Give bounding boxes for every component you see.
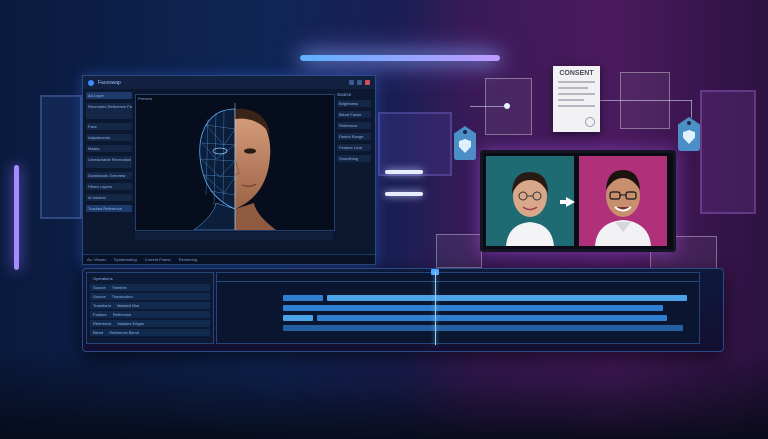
timeline-clip[interactable] [283, 315, 313, 321]
timeline-tracks-area[interactable] [216, 269, 700, 345]
timeline-clip[interactable] [283, 295, 323, 301]
editor-status-bar: Ac: Viewer Synthesizing Current Frame Re… [83, 254, 375, 264]
right-panel-row[interactable]: Smoothing [337, 155, 371, 162]
left-panel-item[interactable]: Ad Layer [86, 92, 132, 99]
connector-node [504, 103, 510, 109]
timeline-panel: Operations Source Timeline Source Transcod… [86, 269, 700, 345]
background-window-left [40, 95, 82, 219]
close-icon[interactable] [365, 80, 370, 85]
consent-document: CONSENT [553, 66, 600, 132]
floor-shadow [0, 349, 768, 439]
left-panel-item[interactable]: Downloads Overview [86, 172, 132, 179]
badge-tag-left [454, 126, 476, 160]
target-face-portrait [579, 156, 667, 246]
editor-right-panel: Source Brightness Blend Factor Reference… [337, 92, 371, 258]
timeline-clip[interactable] [283, 325, 683, 331]
right-panel-row[interactable]: Reference [337, 122, 371, 129]
timeline-clip[interactable] [283, 305, 663, 311]
status-item: Current Frame [144, 257, 171, 262]
right-panel-row[interactable]: Detect Range [337, 133, 371, 140]
timeline-header: Operations [93, 276, 113, 281]
status-item: Ac: Viewer [87, 257, 107, 262]
left-panel-item[interactable]: Filters Layers [86, 183, 132, 190]
background-window-center [378, 112, 452, 176]
track-row[interactable]: Feature Reference [90, 311, 210, 318]
face-editor-window: Faceswap Ad Layer Recreated Reference Fa… [82, 75, 376, 265]
right-panel-row[interactable]: Brightness [337, 100, 371, 107]
connector-line [691, 100, 692, 118]
left-panel-item[interactable]: Tracked Reference [86, 205, 132, 212]
swap-arrow-icon [566, 197, 575, 207]
track-row[interactable]: Source Timeline [90, 284, 210, 291]
app-logo-icon [88, 79, 94, 86]
playhead-line [435, 271, 436, 345]
left-panel-item[interactable]: Ai tracked [86, 194, 132, 201]
face-wireframe-image [193, 103, 276, 230]
background-window-right [700, 90, 756, 214]
right-panel-row[interactable]: Feature Lock [337, 144, 371, 151]
track-row[interactable]: Reference Masked Edges [90, 320, 210, 327]
ghost-card [436, 234, 482, 268]
badge-tag-right [678, 117, 700, 151]
editor-titlebar: Faceswap [83, 76, 375, 89]
shield-icon [459, 139, 471, 153]
right-panel-row[interactable]: Blend Factor [337, 111, 371, 118]
editor-left-panel: Ad Layer Recreated Reference Face Face A… [86, 92, 132, 258]
face-preview-canvas[interactable]: Preview [135, 94, 335, 231]
consent-title: CONSENT [559, 70, 594, 77]
timeline-ruler [217, 273, 699, 282]
left-panel-item[interactable]: Masks [86, 145, 132, 152]
track-row[interactable]: Transform Masked Blur [90, 302, 210, 309]
man-portrait [595, 170, 651, 246]
editor-title: Faceswap [98, 79, 121, 86]
left-panel-item[interactable]: Recreated Reference Face [86, 103, 132, 119]
playback-transport-bar[interactable] [135, 232, 333, 240]
timeline-clip[interactable] [327, 295, 687, 301]
equals-sign-bottom [385, 192, 423, 196]
left-panel-item[interactable]: Face [86, 123, 132, 130]
neon-light-strip [14, 165, 19, 270]
status-item: Rendering [178, 257, 198, 262]
right-panel-header: Source [337, 92, 352, 97]
connector-line [600, 100, 692, 101]
status-item: Synthesizing [114, 257, 137, 262]
track-row[interactable]: Blend Reference Blend [90, 329, 210, 336]
timeline-clip[interactable] [317, 315, 667, 321]
stamp-icon [585, 117, 595, 127]
face-comparison-monitor [480, 150, 676, 252]
maximize-icon[interactable] [357, 80, 362, 85]
left-panel-item[interactable]: Unreachable Recreation [86, 156, 132, 168]
ceiling-light [300, 55, 500, 61]
timeline-track-list: Operations Source Timeline Source Transcod… [86, 272, 214, 344]
minimize-icon[interactable] [349, 80, 354, 85]
equals-sign-top [385, 170, 423, 174]
shield-icon [683, 130, 695, 144]
track-row[interactable]: Source Transcoded [90, 293, 210, 300]
left-panel-item[interactable]: Adjustments [86, 134, 132, 141]
